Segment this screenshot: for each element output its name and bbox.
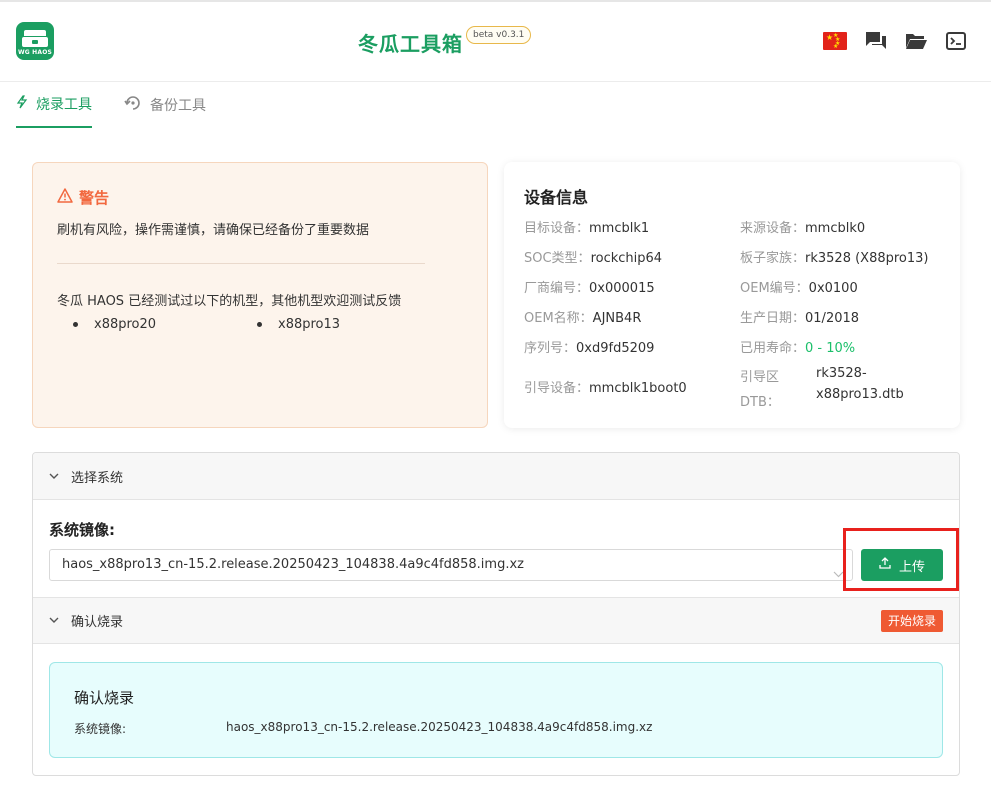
field-label: 引导设备： <box>524 381 590 396</box>
confirm-summary-box: 确认烧录 系统镜像: haos_x88pro13_cn-15.2.release… <box>49 662 943 758</box>
field-boot-device: 引导设备：mmcblk1boot0 <box>524 377 687 396</box>
system-image-label: 系统镜像: <box>49 521 115 539</box>
field-label: 板子家族： <box>740 251 806 266</box>
field-label: SOC类型： <box>524 251 591 266</box>
tab-bar: 烧录工具 备份工具 <box>16 82 206 128</box>
tab-backup-tool-label: 备份工具 <box>150 98 206 114</box>
field-life-used: 已用寿命：0 - 10% <box>740 337 855 356</box>
logo-text: WG HAOS <box>17 49 53 56</box>
field-label: 序列号： <box>524 341 577 356</box>
list-item: x88pro13 <box>257 317 441 332</box>
backup-restore-icon <box>124 94 142 116</box>
device-info-title: 设备信息 <box>524 188 589 207</box>
field-value: x88pro13.dtb <box>816 387 904 402</box>
field-value: mmcblk0 <box>805 221 866 236</box>
warning-title-text: 警告 <box>79 189 110 207</box>
confirm-flash-header[interactable]: 确认烧录 开始烧录 <box>33 597 959 644</box>
field-value: rk3528 (X88pro13) <box>805 251 929 266</box>
field-value: 0x000015 <box>589 281 655 296</box>
field-boot-dtb-value: rk3528- x88pro13.dtb <box>816 366 904 402</box>
chat-icon[interactable] <box>865 30 887 52</box>
terminal-icon[interactable] <box>945 30 967 52</box>
field-value: 0x0100 <box>808 281 858 296</box>
field-value: rk3528- <box>816 366 867 381</box>
field-value: AJNB4R <box>592 311 642 326</box>
header-actions: ★ ★ ★ ★ ★ <box>823 30 967 52</box>
field-manufacture-date: 生产日期：01/2018 <box>740 307 859 326</box>
selected-image-value: haos_x88pro13_cn-15.2.release.20250423_1… <box>62 557 524 572</box>
field-label: 引导区 <box>740 370 780 385</box>
confirm-image-value: haos_x88pro13_cn-15.2.release.20250423_1… <box>226 720 653 734</box>
field-oem-name: OEM名称：AJNB4R <box>524 307 641 326</box>
field-soc-type: SOC类型：rockchip64 <box>524 247 662 266</box>
field-oem-id: OEM编号：0x0100 <box>740 277 858 296</box>
start-flash-button[interactable]: 开始烧录 <box>880 610 943 632</box>
field-label: 来源设备： <box>740 221 806 236</box>
field-label: DTB： <box>740 395 780 410</box>
warning-card: 警告 刷机有风险，操作需谨慎，请确保已经备份了重要数据 冬瓜 HAOS 已经测试… <box>32 162 488 428</box>
app-header: WG HAOS 冬瓜工具箱 beta v0.3.1 ★ ★ ★ ★ ★ <box>0 2 991 82</box>
warning-title: 警告 <box>57 187 109 208</box>
tab-backup-tool[interactable]: 备份工具 <box>124 82 206 128</box>
confirm-summary-title: 确认烧录 <box>74 689 135 707</box>
chevron-down-icon <box>49 617 59 624</box>
field-label: OEM编号： <box>740 281 809 296</box>
field-board-family: 板子家族：rk3528 (X88pro13) <box>740 247 929 266</box>
field-target-device: 目标设备：mmcblk1 <box>524 217 649 236</box>
warning-text: 刷机有风险，操作需谨慎，请确保已经备份了重要数据 <box>57 223 370 238</box>
field-boot-dtb: 引导区 DTB： <box>740 366 780 410</box>
field-value: 0 - 10% <box>805 341 856 356</box>
app-title: 冬瓜工具箱 <box>358 32 463 56</box>
confirm-image-label: 系统镜像: <box>74 722 127 736</box>
upload-highlight-box <box>843 528 959 591</box>
confirm-flash-title: 确认烧录 <box>71 615 124 630</box>
tab-flash-tool[interactable]: 烧录工具 <box>16 82 92 128</box>
field-value: 01/2018 <box>805 311 860 326</box>
field-label: 生产日期： <box>740 311 806 326</box>
field-value: mmcblk1boot0 <box>589 381 687 396</box>
version-badge: beta v0.3.1 <box>466 26 532 44</box>
flash-panel: 选择系统 系统镜像: haos_x88pro13_cn-15.2.release… <box>32 452 960 776</box>
logo-icon: WG HAOS <box>16 22 54 60</box>
field-vendor-id: 厂商编号：0x000015 <box>524 277 655 296</box>
select-system-header[interactable]: 选择系统 <box>33 453 959 500</box>
field-value: 0xd9fd5209 <box>576 341 655 356</box>
china-flag-icon[interactable]: ★ ★ ★ ★ ★ <box>823 32 847 50</box>
list-item: x88pro20 <box>73 317 257 332</box>
divider <box>57 263 425 264</box>
tab-flash-tool-label: 烧录工具 <box>36 97 92 113</box>
chevron-down-icon <box>49 473 59 480</box>
field-label: 厂商编号： <box>524 281 590 296</box>
tested-models-text: 冬瓜 HAOS 已经测试过以下的机型，其他机型欢迎测试反馈 <box>57 294 402 309</box>
folder-icon[interactable] <box>905 30 927 52</box>
device-info-card: 设备信息 目标设备：mmcblk1 来源设备：mmcblk0 SOC类型：roc… <box>504 162 960 428</box>
field-label: OEM名称： <box>524 311 593 326</box>
field-label: 目标设备： <box>524 221 590 236</box>
field-label: 已用寿命： <box>740 341 806 356</box>
lightning-icon <box>16 95 28 113</box>
select-system-title: 选择系统 <box>71 470 124 486</box>
field-value: rockchip64 <box>590 251 663 266</box>
field-serial: 序列号：0xd9fd5209 <box>524 337 654 356</box>
warning-triangle-icon <box>57 188 73 207</box>
field-source-device: 来源设备：mmcblk0 <box>740 217 865 236</box>
tested-models-list: x88pro20 x88pro13 <box>73 317 453 332</box>
system-image-select[interactable]: haos_x88pro13_cn-15.2.release.20250423_1… <box>49 549 853 581</box>
field-value: mmcblk1 <box>589 221 650 236</box>
